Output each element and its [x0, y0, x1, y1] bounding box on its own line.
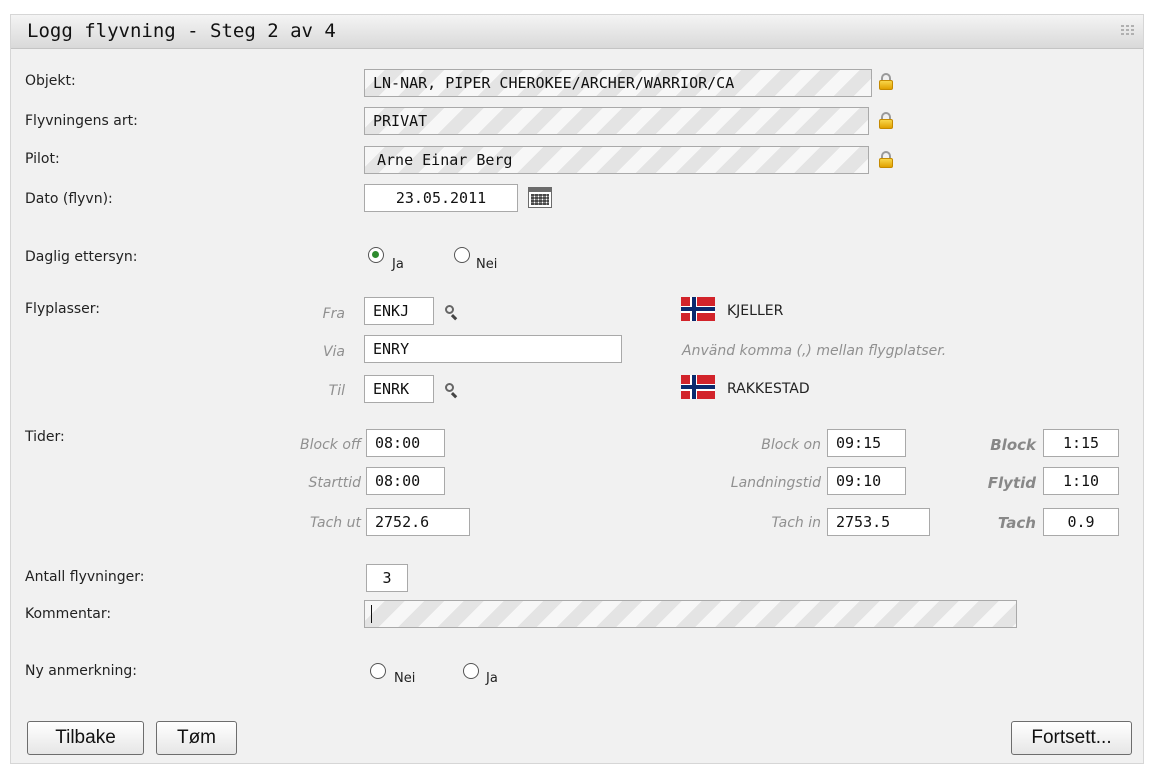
- ettersyn-label: Daglig ettersyn:: [25, 249, 138, 265]
- tach-ut-label: Tach ut: [309, 515, 361, 531]
- til-airport-name: RAKKESTAD: [727, 381, 810, 397]
- art-field[interactable]: PRIVAT: [364, 107, 869, 135]
- tach-total-field[interactable]: 0.9: [1043, 508, 1119, 536]
- landningstid-field[interactable]: 09:10: [827, 467, 906, 495]
- flytid-label: Flytid: [987, 474, 1036, 492]
- grip-icon[interactable]: [1121, 25, 1135, 37]
- block-total-label: Block: [990, 436, 1036, 454]
- landningstid-label: Landningstid: [730, 475, 821, 491]
- tach-in-label: Tach in: [771, 515, 821, 531]
- text-cursor: [371, 605, 372, 623]
- ettersyn-ja-label: Ja: [392, 257, 404, 272]
- anmerkning-ja-label: Ja: [486, 671, 498, 686]
- objekt-field[interactable]: LN-NAR, PIPER CHEROKEE/ARCHER/WARRIOR/CA: [364, 69, 872, 97]
- fra-label: Fra: [322, 306, 345, 322]
- continue-button[interactable]: Fortsett...: [1011, 721, 1132, 755]
- art-label: Flyvningens art:: [25, 113, 138, 129]
- kommentar-field[interactable]: [364, 600, 1017, 628]
- starttid-label: Starttid: [308, 475, 361, 491]
- block-on-field[interactable]: 09:15: [827, 429, 906, 457]
- lock-icon: [879, 73, 893, 91]
- dato-label: Dato (flyvn):: [25, 191, 113, 207]
- tider-label: Tider:: [25, 429, 65, 445]
- search-icon[interactable]: [445, 383, 459, 399]
- tach-ut-field[interactable]: 2752.6: [366, 508, 470, 536]
- back-button[interactable]: Tilbake: [27, 721, 144, 755]
- lock-icon: [879, 112, 893, 130]
- ettersyn-nei-radio[interactable]: [454, 247, 470, 263]
- norway-flag-icon: [681, 297, 715, 321]
- flyplasser-label: Flyplasser:: [25, 301, 101, 317]
- block-off-label: Block off: [300, 437, 361, 453]
- window-titlebar: Logg flyvning - Steg 2 av 4: [11, 15, 1143, 49]
- via-field[interactable]: ENRY: [364, 335, 622, 363]
- objekt-label: Objekt:: [25, 73, 76, 89]
- clear-button[interactable]: Tøm: [156, 721, 237, 755]
- window-title: Logg flyvning - Steg 2 av 4: [27, 20, 336, 42]
- tach-in-field[interactable]: 2753.5: [827, 508, 930, 536]
- block-on-label: Block on: [761, 437, 821, 453]
- ettersyn-ja-radio[interactable]: [368, 247, 384, 263]
- antall-field[interactable]: 3: [366, 564, 408, 592]
- flytid-field[interactable]: 1:10: [1043, 467, 1119, 495]
- lock-icon: [879, 151, 893, 169]
- dato-field[interactable]: 23.05.2011: [364, 184, 518, 212]
- starttid-field[interactable]: 08:00: [366, 467, 445, 495]
- til-field[interactable]: ENRK: [364, 375, 434, 403]
- pilot-field[interactable]: Arne Einar Berg: [364, 146, 869, 174]
- anmerkning-ja-radio[interactable]: [463, 663, 479, 679]
- via-label: Via: [322, 344, 345, 360]
- anmerkning-nei-radio[interactable]: [370, 663, 386, 679]
- block-off-field[interactable]: 08:00: [366, 429, 445, 457]
- norway-flag-icon: [681, 375, 715, 399]
- antall-label: Antall flyvninger:: [25, 569, 145, 585]
- fra-airport-name: KJELLER: [727, 303, 784, 319]
- pilot-label: Pilot:: [25, 151, 60, 167]
- calendar-icon[interactable]: [528, 187, 552, 208]
- til-label: Til: [328, 383, 345, 399]
- fra-field[interactable]: ENKJ: [364, 297, 434, 325]
- ettersyn-nei-label: Nei: [476, 257, 498, 272]
- via-hint: Använd komma (,) mellan flygplatser.: [682, 343, 947, 359]
- block-total-field[interactable]: 1:15: [1043, 429, 1119, 457]
- anmerkning-nei-label: Nei: [394, 671, 416, 686]
- search-icon[interactable]: [445, 305, 459, 321]
- tach-total-label: Tach: [997, 514, 1036, 532]
- kommentar-label: Kommentar:: [25, 606, 112, 622]
- log-flight-panel: Logg flyvning - Steg 2 av 4 Objekt: LN-N…: [10, 14, 1144, 764]
- anmerkning-label: Ny anmerkning:: [25, 663, 138, 679]
